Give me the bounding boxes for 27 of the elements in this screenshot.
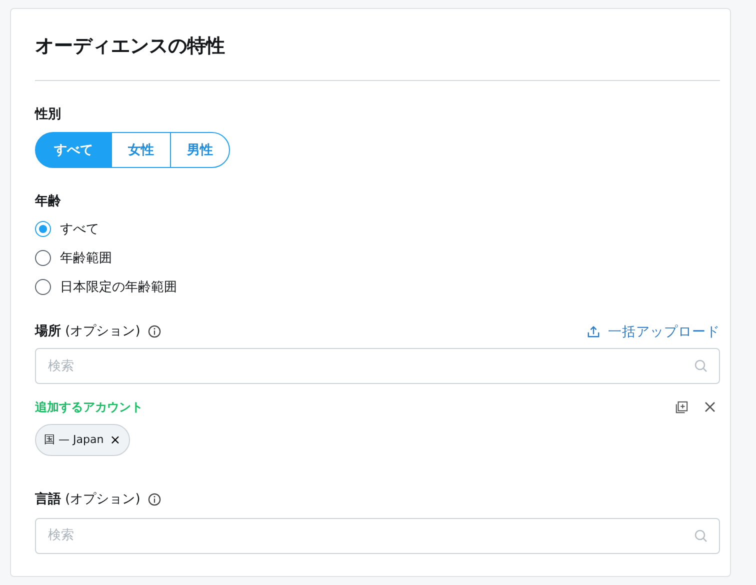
section-title: オーディエンスの特性 bbox=[35, 35, 226, 58]
location-chip: 国 — Japan × bbox=[35, 424, 130, 456]
search-field[interactable]: 検索 bbox=[35, 518, 720, 554]
close-button[interactable] bbox=[704, 401, 716, 414]
bulk-upload-link[interactable]: 一括アップロード bbox=[587, 322, 720, 342]
add-copy-button[interactable] bbox=[675, 400, 688, 414]
field-label: 性別 bbox=[35, 106, 62, 124]
field-label: 年齢 bbox=[35, 193, 62, 212]
radio-label: 日本限定の年齢範囲 bbox=[60, 278, 177, 297]
segment-tab[interactable]: 女性 bbox=[111, 132, 171, 168]
upload-icon bbox=[587, 325, 600, 338]
search-icon bbox=[694, 359, 708, 374]
search-field[interactable]: 検索 bbox=[35, 348, 720, 384]
info-icon bbox=[148, 493, 162, 506]
field-label: 言語 (オプション) bbox=[35, 490, 140, 510]
field-label: 場所 (オプション) bbox=[35, 323, 140, 342]
chip-remove-button[interactable]: × bbox=[110, 434, 121, 447]
segment-tab[interactable]: 男性 bbox=[170, 132, 230, 168]
search-icon bbox=[694, 528, 708, 543]
radio-button[interactable] bbox=[35, 221, 51, 238]
radio-button[interactable] bbox=[35, 250, 51, 266]
segment-tab[interactable]: すべて bbox=[35, 132, 112, 168]
info-icon bbox=[148, 325, 162, 338]
section-label: 追加するアカウント bbox=[35, 399, 143, 416]
radio-label: 年齢範囲 bbox=[60, 250, 112, 268]
radio-button[interactable] bbox=[35, 279, 51, 296]
radio-label: すべて bbox=[60, 220, 99, 239]
